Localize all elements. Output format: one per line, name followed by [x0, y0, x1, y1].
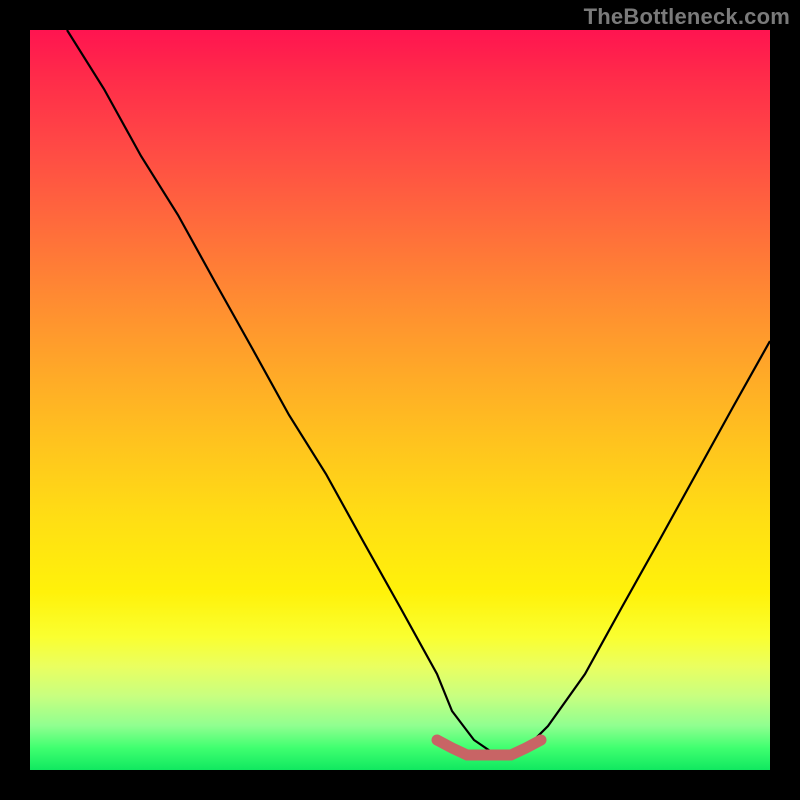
- optimal-band: [437, 740, 541, 755]
- curve-layer: [30, 30, 770, 770]
- watermark-text: TheBottleneck.com: [584, 4, 790, 30]
- chart-frame: TheBottleneck.com: [0, 0, 800, 800]
- plot-area: [30, 30, 770, 770]
- bottleneck-curve: [67, 30, 770, 755]
